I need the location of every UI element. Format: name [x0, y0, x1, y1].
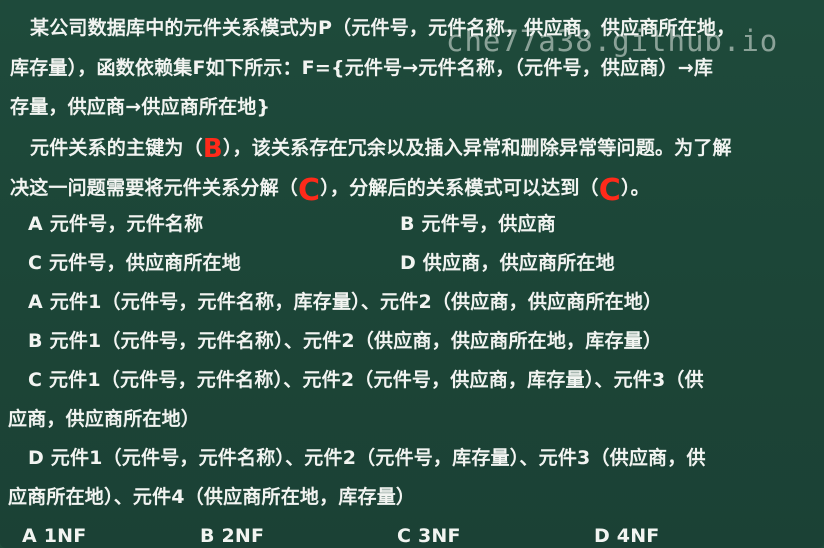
option-d-3: D 4NF — [594, 525, 660, 547]
answer-mark-1: B — [202, 134, 223, 164]
question-1-line: 元件关系的主键为（B），该关系存在冗余以及插入异常和删除异常等问题。为了解 — [30, 134, 732, 164]
option-b-1: B 元件号，供应商 — [400, 213, 556, 235]
option-b-3: B 2NF — [200, 525, 265, 547]
answer-mark-2: C — [298, 173, 321, 208]
option-c-3: C 3NF — [397, 525, 461, 547]
option-c-2-line1: C 元件1（元件号，元件名称）、元件2（元件号，供应商，库存量）、元件3（供 — [28, 369, 704, 391]
slide-background: che77a38.github.io 某公司数据库中的元件关系模式为P（元件号，… — [0, 0, 824, 548]
answer-mark-3: C — [598, 173, 621, 208]
option-a-1: A 元件号，元件名称 — [28, 213, 204, 235]
question-2-text-a: 决这一问题需要将元件关系分解（ — [10, 177, 299, 199]
option-d-1: D 供应商，供应商所在地 — [400, 252, 615, 274]
option-c-2-line2: 应商，供应商所在地） — [8, 408, 201, 430]
option-d-2-line2: 应商所在地）、元件4（供应商所在地，库存量） — [8, 486, 416, 508]
option-b-2: B 元件1（元件号，元件名称）、元件2（供应商，供应商所在地，库存量） — [28, 330, 663, 352]
question-2-text-c: ）。 — [620, 177, 650, 199]
problem-line-3: 存量，供应商→供应商所在地} — [10, 96, 271, 118]
problem-line-1: 某公司数据库中的元件关系模式为P（元件号，元件名称，供应商，供应商所在地， — [30, 17, 736, 39]
option-a-2: A 元件1（元件号，元件名称，库存量）、元件2（供应商，供应商所在地） — [28, 291, 663, 313]
question-1-text-b: ），该关系存在冗余以及插入异常和删除异常等问题。为了解 — [222, 137, 732, 159]
option-a-3: A 1NF — [22, 525, 87, 547]
question-2-text-b: ），分解后的关系模式可以达到（ — [320, 177, 599, 199]
option-d-2-line1: D 元件1（元件号，元件名称）、元件2（元件号，库存量）、元件3（供应商，供 — [28, 447, 706, 469]
problem-line-2: 库存量），函数依赖集F如下所示：F={元件号→元件名称，（元件号，供应商）→库 — [10, 57, 714, 79]
question-2-line: 决这一问题需要将元件关系分解（C），分解后的关系模式可以达到（C）。 — [10, 173, 650, 208]
question-1-text-a: 元件关系的主键为（ — [30, 137, 203, 159]
option-c-1: C 元件号，供应商所在地 — [28, 252, 241, 274]
